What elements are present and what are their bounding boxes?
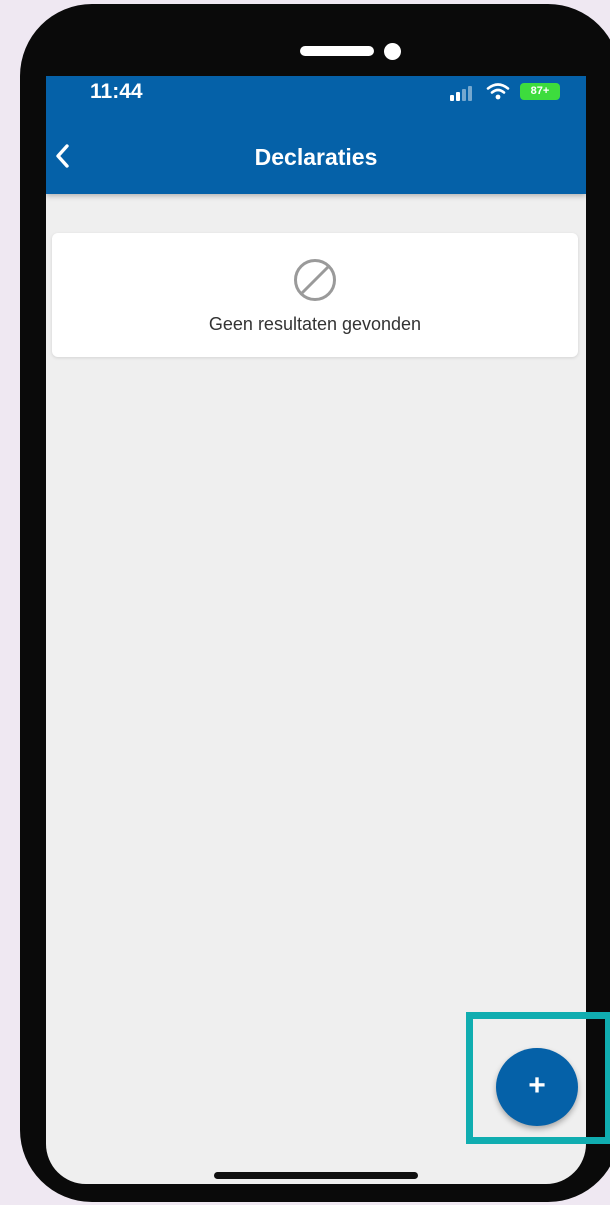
add-declaration-button[interactable]: + (496, 1048, 578, 1126)
empty-state-message: Geen resultaten gevonden (208, 314, 422, 334)
app-bar: 11:44 87+ Declaraties (46, 76, 586, 194)
empty-state-card: Geen resultaten gevonden (52, 233, 578, 357)
battery-indicator: 87+ (520, 83, 560, 100)
no-results-icon (294, 259, 336, 301)
speaker-grille (300, 46, 374, 56)
status-time: 11:44 (90, 80, 143, 103)
plus-icon: + (528, 1069, 546, 1102)
home-indicator (214, 1172, 418, 1179)
page-title: Declaraties (254, 144, 378, 170)
front-camera (384, 43, 401, 60)
cellular-signal-icon (450, 86, 476, 101)
wifi-icon (486, 83, 510, 100)
